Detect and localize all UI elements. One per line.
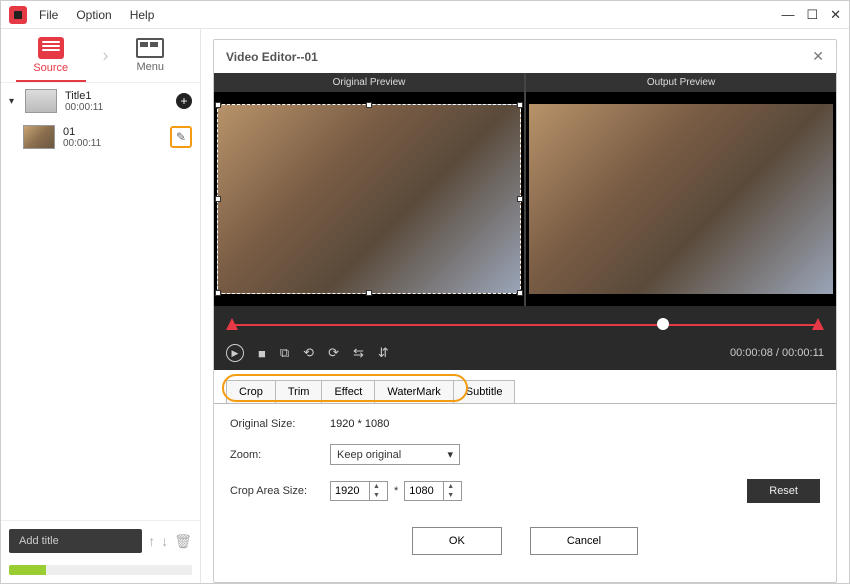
crop-handle[interactable] — [215, 290, 221, 296]
menu-icon — [136, 38, 164, 58]
flip-horizontal-icon[interactable]: ⇆ — [353, 345, 364, 361]
cancel-button[interactable]: Cancel — [530, 527, 638, 555]
timecode: 00:00:08 / 00:00:11 — [730, 347, 824, 359]
original-size-value: 1920 * 1080 — [330, 418, 389, 430]
playhead[interactable] — [657, 318, 669, 330]
tab-source[interactable]: Source › — [1, 29, 101, 82]
move-down-icon[interactable]: ↓ — [161, 533, 168, 549]
crop-handle[interactable] — [517, 290, 523, 296]
preview-image-output — [529, 104, 833, 294]
tab-menu-label: Menu — [136, 61, 164, 73]
crop-handle[interactable] — [517, 102, 523, 108]
sidebar: Source › Menu ▾ Title1 00:00:11 + — [1, 29, 201, 583]
delete-icon[interactable]: 🗑 — [174, 533, 192, 550]
play-button[interactable]: ▶ — [226, 344, 244, 362]
maximize-button[interactable]: ☐ — [806, 7, 818, 23]
list-item[interactable]: 01 00:00:11 ✎ — [1, 119, 200, 155]
zoom-value: Keep original — [337, 449, 401, 461]
preview-label: Original Preview — [214, 73, 524, 92]
menu-help[interactable]: Help — [130, 8, 155, 22]
tab-effect[interactable]: Effect — [321, 380, 375, 403]
timeline-track[interactable] — [226, 316, 824, 334]
rotate-right-icon[interactable]: ⟳ — [328, 345, 339, 361]
source-list: ▾ Title1 00:00:11 + 01 00:00:11 ✎ — [1, 83, 200, 520]
ok-button[interactable]: OK — [412, 527, 502, 555]
crop-width-input[interactable]: ▲▼ — [330, 481, 388, 501]
tab-subtitle[interactable]: Subtitle — [453, 380, 516, 403]
preview-label: Output Preview — [526, 73, 836, 92]
preview-image-original[interactable] — [217, 104, 521, 294]
step-up-icon[interactable]: ▲ — [370, 482, 383, 491]
editor-tabs: Crop Trim Effect WaterMark Subtitle — [214, 370, 836, 403]
tab-source-label: Source — [33, 62, 68, 74]
rotate-left-icon[interactable]: ⟲ — [303, 345, 314, 361]
crop-width-field[interactable] — [331, 482, 369, 500]
reset-button[interactable]: Reset — [747, 479, 820, 503]
tab-trim[interactable]: Trim — [275, 380, 323, 403]
add-button[interactable]: + — [176, 93, 192, 109]
step-down-icon[interactable]: ▼ — [370, 491, 383, 500]
close-button[interactable]: ✕ — [830, 7, 841, 23]
crop-handle[interactable] — [366, 290, 372, 296]
multiply-label: * — [394, 485, 398, 497]
step-up-icon[interactable]: ▲ — [444, 482, 457, 491]
item-title: Title1 — [65, 90, 103, 102]
thumbnail-icon — [23, 125, 55, 149]
original-size-label: Original Size: — [230, 418, 330, 430]
minimize-button[interactable]: — — [781, 7, 794, 23]
trim-end-handle[interactable] — [812, 318, 824, 330]
caret-down-icon[interactable]: ▾ — [9, 96, 17, 107]
move-up-icon[interactable]: ↑ — [148, 533, 155, 549]
tab-watermark[interactable]: WaterMark — [374, 380, 453, 403]
add-title-button[interactable]: Add title — [9, 529, 142, 553]
window-controls: — ☐ ✕ — [781, 7, 841, 23]
app-icon — [9, 6, 27, 24]
list-item[interactable]: ▾ Title1 00:00:11 + — [1, 83, 200, 119]
tab-menu[interactable]: Menu — [101, 29, 201, 82]
snapshot-button[interactable]: ⧉ — [280, 345, 289, 361]
crop-height-input[interactable]: ▲▼ — [404, 481, 462, 501]
stop-button[interactable]: ■ — [258, 346, 266, 361]
item-time: 00:00:11 — [63, 138, 101, 149]
crop-handle[interactable] — [215, 102, 221, 108]
crop-height-field[interactable] — [405, 482, 443, 500]
zoom-label: Zoom: — [230, 449, 330, 461]
crop-handle[interactable] — [366, 102, 372, 108]
source-icon — [38, 37, 64, 59]
video-editor-panel: Video Editor--01 ✕ Original Preview — [213, 39, 837, 583]
menu-option[interactable]: Option — [76, 8, 111, 22]
crop-area-label: Crop Area Size: — [230, 485, 330, 497]
crop-settings: Original Size: 1920 * 1080 Zoom: Keep or… — [214, 403, 836, 517]
output-preview: Output Preview — [526, 73, 836, 306]
flip-vertical-icon[interactable]: ⇵ — [378, 345, 389, 361]
original-preview: Original Preview — [214, 73, 526, 306]
step-down-icon[interactable]: ▼ — [444, 491, 457, 500]
thumbnail-icon — [25, 89, 57, 113]
title-bar: File Option Help — ☐ ✕ — [1, 1, 849, 29]
timeline-line — [230, 324, 820, 326]
edit-button[interactable]: ✎ — [170, 126, 192, 148]
close-icon[interactable]: ✕ — [812, 48, 824, 65]
menu-bar: File Option Help — [39, 8, 154, 22]
item-time: 00:00:11 — [65, 102, 103, 113]
crop-handle[interactable] — [517, 196, 523, 202]
item-title: 01 — [63, 126, 101, 138]
chevron-down-icon: ▾ — [447, 448, 453, 461]
progress-bar — [9, 565, 192, 575]
zoom-select[interactable]: Keep original ▾ — [330, 444, 460, 465]
tab-crop[interactable]: Crop — [226, 380, 276, 403]
crop-handle[interactable] — [215, 196, 221, 202]
panel-title: Video Editor--01 — [226, 50, 318, 64]
timeline: ▶ ■ ⧉ ⟲ ⟳ ⇆ ⇵ 00:00:08 / 00:00:11 — [214, 306, 836, 370]
menu-file[interactable]: File — [39, 8, 58, 22]
